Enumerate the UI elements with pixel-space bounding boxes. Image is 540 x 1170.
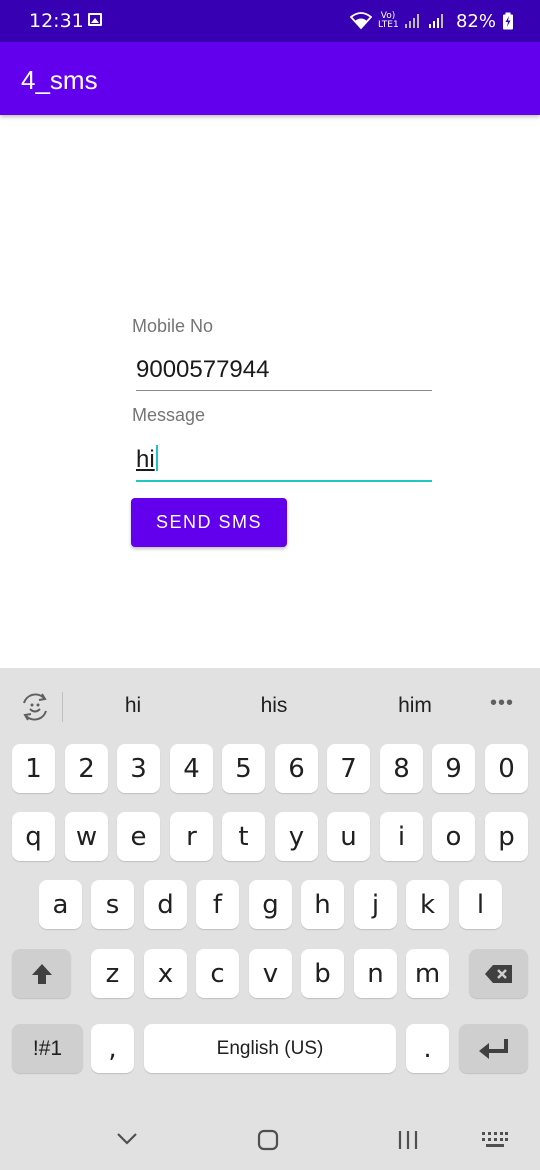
recents-icon[interactable] — [397, 1129, 419, 1151]
symbols-key[interactable]: !#1 — [12, 1024, 83, 1073]
more-options-icon[interactable]: ••• — [490, 692, 514, 715]
message-value: hi — [136, 446, 155, 473]
app-bar: 4_sms — [0, 42, 540, 115]
send-sms-button[interactable]: SEND SMS — [131, 498, 287, 547]
key-5[interactable]: 5 — [222, 744, 265, 793]
key-3[interactable]: 3 — [117, 744, 160, 793]
battery-charging-icon — [503, 12, 513, 30]
key-z[interactable]: z — [91, 949, 134, 998]
backspace-key[interactable] — [469, 949, 528, 998]
key-n[interactable]: n — [354, 949, 397, 998]
key-2[interactable]: 2 — [65, 744, 108, 793]
key-h[interactable]: h — [301, 880, 344, 929]
key-p[interactable]: p — [485, 812, 528, 861]
key-9[interactable]: 9 — [432, 744, 475, 793]
keyboard-switch-icon[interactable] — [481, 1130, 509, 1150]
suggestion-1[interactable]: hi — [100, 694, 166, 718]
home-icon[interactable] — [257, 1129, 279, 1151]
keyboard: hi his him ••• 1 2 3 4 5 6 7 8 9 0 q w e… — [0, 668, 540, 1170]
suggestion-3[interactable]: him — [380, 694, 450, 718]
key-6[interactable]: 6 — [275, 744, 318, 793]
key-4[interactable]: 4 — [170, 744, 213, 793]
emoji-icon[interactable] — [20, 692, 50, 722]
enter-key[interactable] — [459, 1024, 528, 1073]
lte-label: Vo) LTE1 — [377, 11, 399, 30]
key-w[interactable]: w — [65, 812, 108, 861]
key-e[interactable]: e — [117, 812, 160, 861]
key-g[interactable]: g — [249, 880, 292, 929]
navigation-bar — [0, 1108, 540, 1170]
key-d[interactable]: d — [144, 880, 187, 929]
mobile-value: 9000577944 — [136, 356, 270, 383]
text-cursor — [155, 445, 158, 471]
key-8[interactable]: 8 — [380, 744, 423, 793]
comma-key[interactable]: , — [91, 1024, 134, 1073]
status-time: 12:31 — [29, 10, 84, 32]
key-s[interactable]: s — [91, 880, 134, 929]
key-f[interactable]: f — [196, 880, 239, 929]
key-v[interactable]: v — [249, 949, 292, 998]
enter-icon — [478, 1038, 508, 1059]
key-m[interactable]: m — [406, 949, 449, 998]
status-icons: Vo) LTE1 82% — [349, 10, 514, 32]
key-u[interactable]: u — [327, 812, 370, 861]
backspace-icon — [484, 964, 512, 983]
key-b[interactable]: b — [301, 949, 344, 998]
period-key[interactable]: . — [406, 1024, 449, 1073]
battery-percent: 82% — [455, 10, 496, 32]
gallery-icon — [88, 13, 102, 26]
key-i[interactable]: i — [380, 812, 423, 861]
key-a[interactable]: a — [39, 880, 82, 929]
key-o[interactable]: o — [432, 812, 475, 861]
key-x[interactable]: x — [144, 949, 187, 998]
key-t[interactable]: t — [222, 812, 265, 861]
suggestion-divider — [62, 692, 63, 722]
status-bar: 12:31 Vo) LTE1 82% — [0, 0, 540, 42]
key-q[interactable]: q — [12, 812, 55, 861]
key-1[interactable]: 1 — [12, 744, 55, 793]
key-r[interactable]: r — [170, 812, 213, 861]
suggestion-2[interactable]: his — [240, 694, 308, 718]
mobile-field[interactable]: 9000577944 — [136, 356, 432, 391]
signal-icon — [404, 14, 419, 28]
key-0[interactable]: 0 — [485, 744, 528, 793]
app-title: 4_sms — [21, 65, 98, 95]
key-j[interactable]: j — [354, 880, 397, 929]
key-c[interactable]: c — [196, 949, 239, 998]
wifi-icon — [349, 12, 372, 30]
key-y[interactable]: y — [275, 812, 318, 861]
mobile-label: Mobile No — [132, 316, 214, 336]
signal-icon — [428, 14, 443, 28]
message-label: Message — [132, 405, 206, 425]
collapse-keyboard-icon[interactable] — [116, 1132, 138, 1146]
suggestion-bar: hi his him ••• — [0, 668, 540, 746]
shift-key[interactable] — [12, 949, 71, 998]
key-l[interactable]: l — [459, 880, 502, 929]
key-k[interactable]: k — [406, 880, 449, 929]
shift-icon — [31, 963, 52, 984]
space-key[interactable]: English (US) — [144, 1024, 396, 1073]
key-7[interactable]: 7 — [327, 744, 370, 793]
message-field[interactable]: hi — [136, 445, 432, 482]
